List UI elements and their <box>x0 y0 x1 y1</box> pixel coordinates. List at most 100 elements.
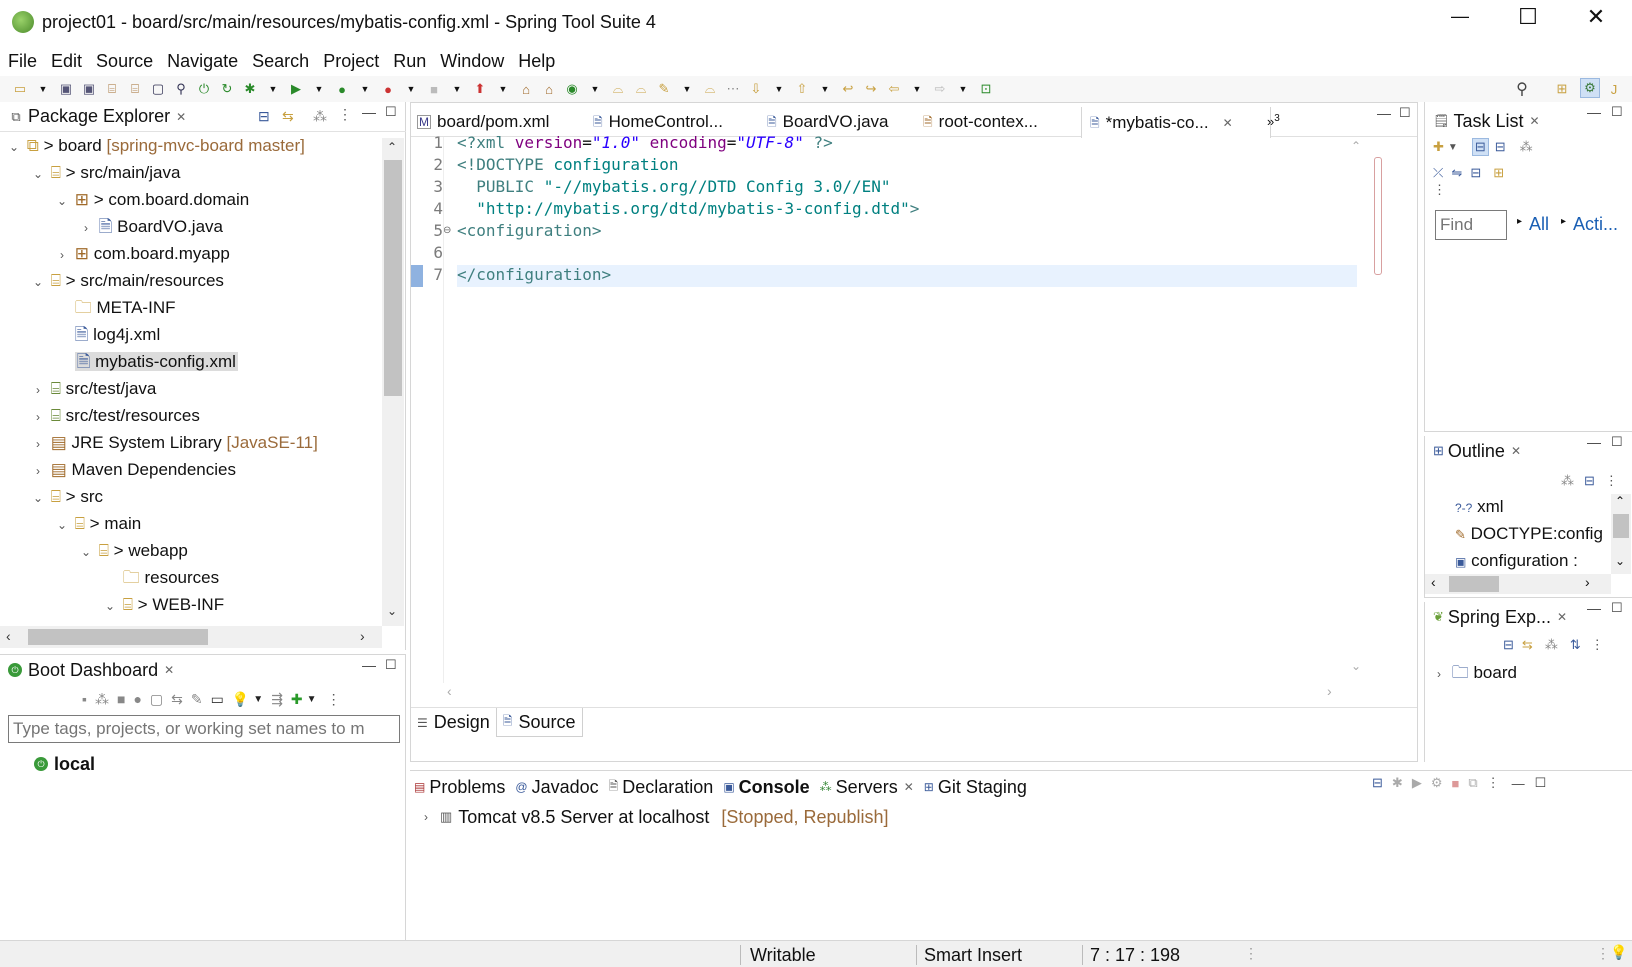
menu-search[interactable]: Search <box>252 51 309 72</box>
close-tab-icon[interactable]: ✕ <box>1223 108 1233 138</box>
tab-overflow[interactable]: » 3 <box>1267 107 1280 137</box>
menu-edit[interactable]: Edit <box>51 51 82 72</box>
task-activate-link[interactable]: Acti... <box>1573 214 1618 235</box>
coverage-icon[interactable]: ● <box>332 79 352 99</box>
expand-icon[interactable]: › <box>418 810 434 824</box>
back-icon[interactable]: ⇦ <box>884 79 904 99</box>
task-filter-all-link[interactable]: All <box>1529 214 1549 235</box>
search-toolbar-icon[interactable]: ⚲ <box>171 79 191 99</box>
filter-icon[interactable]: ⁂ <box>313 108 327 125</box>
profile-server-icon[interactable]: ⚙ <box>1431 775 1443 791</box>
spring-perspective-icon[interactable]: ⚙ <box>1580 78 1600 98</box>
close-view-icon[interactable]: ✕ <box>1511 444 1521 458</box>
open-type-icon[interactable]: ⌸ <box>125 79 145 99</box>
sort-icon[interactable]: ⇅ <box>1570 637 1581 653</box>
next-annotation-icon[interactable]: ⇩ <box>746 79 766 99</box>
new-package-icon[interactable]: ⌂ <box>539 79 559 99</box>
pin-editor-icon[interactable]: ⊡ <box>976 79 996 99</box>
tree-item-web-inf[interactable]: ⌄ ⌸ > WEB-INF <box>102 592 224 618</box>
scroll-up-arrow-icon[interactable]: ⌃ <box>387 140 397 154</box>
focus-icon[interactable]: ⊞ <box>1493 165 1504 181</box>
tree-item-src[interactable]: ⌄ ⌸ > src <box>30 484 103 510</box>
maximize-view-icon[interactable]: ☐ <box>1611 104 1623 120</box>
collapse-icon[interactable]: ⤫ <box>1433 165 1443 181</box>
toggle-mark-icon[interactable]: ⋯ <box>723 79 743 99</box>
menu-run[interactable]: Run <box>393 51 426 72</box>
debug-server-icon[interactable]: ✱ <box>1392 775 1403 791</box>
maximize-view-icon[interactable]: ☐ <box>1611 434 1623 450</box>
save-icon[interactable]: ▣ <box>56 79 76 99</box>
tip-lightbulb-icon[interactable]: 💡 <box>1610 944 1627 961</box>
dropdown-icon[interactable]: ▼ <box>307 694 317 705</box>
boot-dashboard-title[interactable]: Boot Dashboard <box>28 660 158 681</box>
dropdown-icon[interactable]: ▼ <box>907 79 927 99</box>
view-menu-icon[interactable]: ⋮ <box>1487 775 1500 791</box>
boot-dashboard-filter-input[interactable] <box>8 715 400 743</box>
java-perspective-icon[interactable]: J <box>1604 79 1624 99</box>
console-icon[interactable]: ▢ <box>150 691 163 708</box>
open-folder-icon[interactable]: ⌓ <box>608 79 628 99</box>
minimize-view-icon[interactable]: — <box>1587 104 1601 120</box>
tree-item-com-board-myapp[interactable]: › ⊞ com.board.myapp <box>54 241 230 267</box>
stop-icon[interactable]: ■ <box>117 691 125 707</box>
forward-icon[interactable]: ⇨ <box>930 79 950 99</box>
tree-item-jre-system-library[interactable]: › ▤ JRE System Library [JavaSE-11] <box>30 430 318 456</box>
menu-help[interactable]: Help <box>518 51 555 72</box>
scroll-right-arrow-icon[interactable]: › <box>1327 683 1332 699</box>
scroll-thumb[interactable] <box>384 160 402 396</box>
minimize-view-icon[interactable]: — <box>362 104 376 120</box>
tree-item-log4j-xml[interactable]: 🗎 log4j.xml <box>54 322 161 348</box>
dropdown-icon[interactable]: ▼ <box>447 79 467 99</box>
collapse-all-icon[interactable]: ⊟ <box>1584 473 1595 489</box>
stop-server-icon[interactable]: ■ <box>1451 776 1459 791</box>
tree-item-mybatis-config-xml[interactable]: 🗎 mybatis-config.xml <box>54 349 238 375</box>
annotation-icon[interactable]: ⌓ <box>700 79 720 99</box>
tree-item-resources[interactable]: 🗀 resources <box>102 565 219 591</box>
editor-vscrollbar[interactable]: ⌃ ⌄ <box>1349 139 1365 679</box>
code-editor[interactable]: 1 2 3 4 5 ⊖ 6 7 <?xml version="1.0" enco… <box>411 133 1371 683</box>
dropdown-icon[interactable]: ▼ <box>769 79 789 99</box>
spring-explorer-item-board[interactable]: › 🗀 board <box>1431 660 1517 686</box>
collapse-icon[interactable]: ⊟ <box>1372 775 1383 791</box>
outline-item-xml[interactable]: ?-? xml <box>1455 494 1504 520</box>
package-tree-vscrollbar[interactable]: ⌃ ⌄ <box>382 138 404 626</box>
dropdown-icon[interactable]: ▼ <box>263 79 283 99</box>
tab-declaration[interactable]: 🗎 Declaration <box>609 777 714 798</box>
tab-problems[interactable]: ▤ Problems <box>414 777 505 798</box>
outline-title[interactable]: Outline <box>1448 441 1505 462</box>
editor-hscrollbar[interactable]: ‹ › <box>447 683 1347 703</box>
link-editor-icon[interactable]: ⇆ <box>282 108 294 125</box>
task-find-input[interactable] <box>1435 210 1507 240</box>
tree-item-src-main-java[interactable]: ⌄ ⌸ > src/main/java <box>30 160 181 186</box>
open-perspective-icon[interactable]: ⊞ <box>1552 79 1572 99</box>
outline-item-doctype[interactable]: ✎ DOCTYPE:config <box>1455 521 1603 547</box>
view-menu-icon[interactable]: ⋮ <box>1433 182 1446 198</box>
minimize-button[interactable]: — <box>1440 6 1480 36</box>
scroll-right-arrow-icon[interactable]: › <box>1585 574 1590 590</box>
menu-window[interactable]: Window <box>440 51 504 72</box>
print-icon[interactable]: ⌸ <box>102 79 122 99</box>
tab-source[interactable]: 🗎 Source <box>495 708 583 737</box>
categorized-icon[interactable]: ⊟ <box>1471 138 1489 156</box>
maximize-view-icon[interactable]: ☐ <box>385 657 397 673</box>
tree-item-webapp[interactable]: ⌄ ⌸ > webapp <box>78 538 188 564</box>
close-view-icon[interactable]: ✕ <box>176 110 186 124</box>
start-server-icon[interactable]: ▶ <box>1412 775 1422 791</box>
close-view-icon[interactable]: ✕ <box>1557 610 1567 624</box>
dropdown-icon[interactable]: ▼ <box>815 79 835 99</box>
external-tools-icon[interactable]: ● <box>378 79 398 99</box>
close-button[interactable]: ✕ <box>1576 4 1616 34</box>
dropdown-icon[interactable]: ▼ <box>953 79 973 99</box>
tab-console[interactable]: ▣ Console <box>723 777 809 798</box>
tab-git-staging[interactable]: ⊞ Git Staging <box>924 777 1027 798</box>
relaunch-icon[interactable]: ↻ <box>217 79 237 99</box>
lightbulb-icon[interactable]: 💡 <box>232 691 249 708</box>
scroll-left-arrow-icon[interactable]: ‹ <box>1431 574 1436 590</box>
maximize-view-icon[interactable]: ☐ <box>385 104 397 120</box>
scroll-left-arrow-icon[interactable]: ‹ <box>6 628 11 644</box>
scroll-down-arrow-icon[interactable]: ⌄ <box>387 604 397 618</box>
dropdown-icon[interactable]: ▼ <box>1448 142 1458 153</box>
maximize-button[interactable]: ☐ <box>1508 4 1548 34</box>
outline-hscrollbar[interactable]: ‹ › <box>1425 574 1611 594</box>
tree-item-boardvo-java[interactable]: › 🗎 BoardVO.java <box>78 214 223 240</box>
